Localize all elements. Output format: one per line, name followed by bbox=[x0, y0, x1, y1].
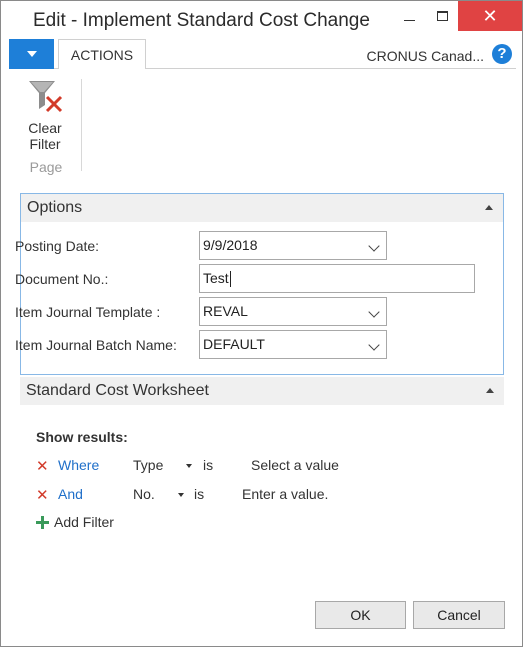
ribbon-tab-row: ACTIONS CRONUS Canad... ? bbox=[9, 39, 516, 70]
journal-template-label: Item Journal Template : bbox=[15, 304, 161, 320]
clear-filter-button[interactable]: Clear Filter bbox=[21, 75, 69, 155]
document-no-value: Test bbox=[203, 270, 229, 286]
window-title: Edit - Implement Standard Cost Change bbox=[33, 10, 370, 31]
chevron-down-icon bbox=[368, 306, 380, 318]
journal-batch-row: Item Journal Batch Name: DEFAULT bbox=[15, 330, 485, 360]
options-title: Options bbox=[27, 199, 83, 216]
dialog-window: Edit - Implement Standard Cost Change ✕ … bbox=[0, 0, 523, 647]
cancel-button[interactable]: Cancel bbox=[413, 601, 505, 629]
chevron-up-icon[interactable] bbox=[486, 388, 494, 393]
filter-row: ✕ Where Type is Select a value bbox=[36, 455, 486, 475]
journal-batch-value: DEFAULT bbox=[203, 336, 265, 352]
posting-date-value: 9/9/2018 bbox=[203, 237, 258, 253]
ribbon-group-label: Page bbox=[29, 159, 63, 175]
filter-operator: is bbox=[194, 486, 205, 502]
chevron-down-icon bbox=[368, 339, 380, 351]
add-filter-label: Add Filter bbox=[54, 514, 114, 530]
chevron-up-icon[interactable] bbox=[485, 205, 493, 210]
journal-batch-select[interactable]: DEFAULT bbox=[199, 330, 387, 359]
close-button[interactable]: ✕ bbox=[458, 1, 522, 31]
journal-template-select[interactable]: REVAL bbox=[199, 297, 387, 326]
caret-down-icon bbox=[26, 51, 37, 57]
close-icon: ✕ bbox=[482, 5, 498, 26]
plus-icon bbox=[36, 516, 49, 529]
worksheet-fasttab: Standard Cost Worksheet bbox=[20, 377, 504, 405]
worksheet-header[interactable]: Standard Cost Worksheet bbox=[20, 377, 504, 405]
filter-operator: is bbox=[203, 457, 214, 473]
posting-date-label: Posting Date: bbox=[15, 238, 100, 254]
ribbon-panel: Clear Filter Page bbox=[9, 69, 516, 181]
app-menu-button[interactable] bbox=[9, 39, 54, 69]
filter-field[interactable]: No. bbox=[133, 486, 155, 502]
remove-filter-icon[interactable]: ✕ bbox=[36, 457, 49, 475]
tab-actions[interactable]: ACTIONS bbox=[58, 39, 146, 70]
company-name[interactable]: CRONUS Canad... bbox=[367, 48, 484, 64]
clear-filter-label-2: Filter bbox=[29, 136, 61, 152]
minimize-icon bbox=[403, 19, 415, 21]
caret-down-icon[interactable] bbox=[186, 464, 192, 468]
add-filter-link[interactable]: Add Filter bbox=[36, 514, 114, 530]
maximize-icon bbox=[436, 11, 448, 21]
document-no-row: Document No.: Test bbox=[15, 264, 485, 294]
filter-row: ✕ And No. is Enter a value. bbox=[36, 484, 486, 504]
caret-down-icon[interactable] bbox=[178, 493, 184, 497]
filter-value[interactable]: Select a value bbox=[251, 457, 339, 473]
posting-date-row: Posting Date: 9/9/2018 bbox=[15, 231, 485, 261]
help-icon[interactable]: ? bbox=[492, 44, 512, 64]
filter-value[interactable]: Enter a value. bbox=[242, 486, 328, 502]
title-bar: Edit - Implement Standard Cost Change ✕ bbox=[1, 1, 522, 39]
minimize-button[interactable] bbox=[393, 1, 425, 31]
ribbon-separator bbox=[81, 79, 82, 171]
document-no-input[interactable]: Test bbox=[199, 264, 475, 293]
journal-batch-label: Item Journal Batch Name: bbox=[15, 337, 177, 353]
filter-conjunction[interactable]: Where bbox=[58, 457, 99, 473]
ok-button[interactable]: OK bbox=[315, 601, 406, 629]
clear-filter-label-1: Clear bbox=[28, 120, 62, 136]
document-no-label: Document No.: bbox=[15, 271, 109, 287]
journal-template-row: Item Journal Template : REVAL bbox=[15, 297, 485, 327]
maximize-button[interactable] bbox=[426, 1, 458, 31]
filter-conjunction[interactable]: And bbox=[58, 486, 83, 502]
posting-date-select[interactable]: 9/9/2018 bbox=[199, 231, 387, 260]
text-cursor bbox=[229, 271, 231, 288]
remove-filter-icon[interactable]: ✕ bbox=[36, 486, 49, 504]
chevron-down-icon bbox=[368, 240, 380, 252]
filter-field[interactable]: Type bbox=[133, 457, 163, 473]
clear-filter-icon bbox=[29, 81, 63, 113]
journal-template-value: REVAL bbox=[203, 303, 248, 319]
show-results-label: Show results: bbox=[36, 429, 128, 445]
worksheet-title: Standard Cost Worksheet bbox=[26, 382, 209, 399]
options-header[interactable]: Options bbox=[21, 194, 503, 222]
